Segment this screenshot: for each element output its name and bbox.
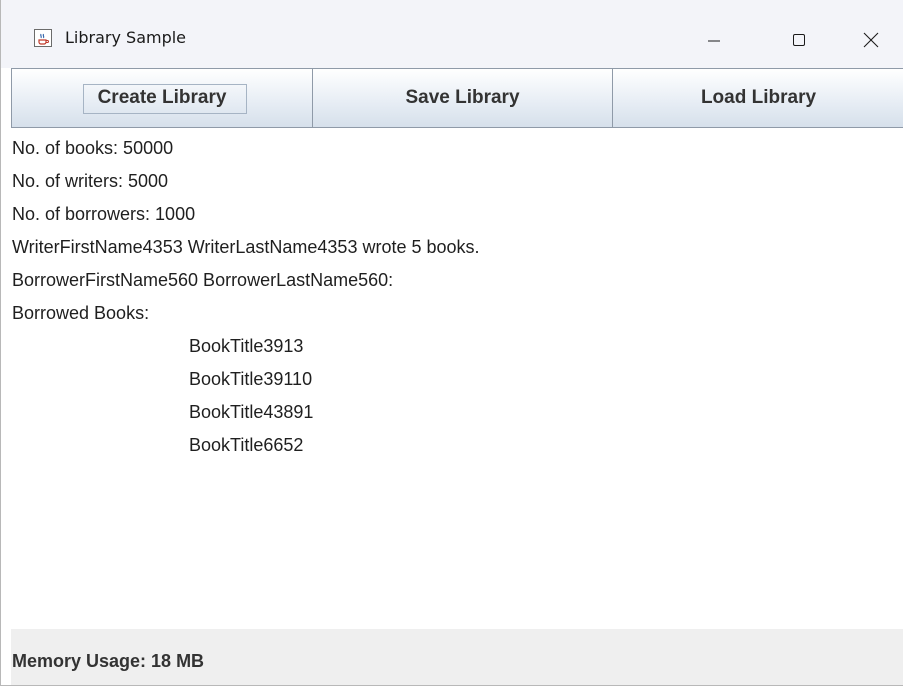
minimize-button[interactable] [684, 20, 744, 60]
close-icon [863, 32, 879, 48]
load-library-button[interactable]: Load Library [613, 68, 903, 128]
borrowed-books-heading: Borrowed Books: [12, 303, 150, 323]
books-count-line: No. of books: 50000 [12, 138, 174, 158]
borrowers-count-line: No. of borrowers: 1000 [12, 204, 196, 224]
writers-count-line: No. of writers: 5000 [12, 171, 169, 191]
close-button[interactable] [841, 20, 901, 60]
save-library-button[interactable]: Save Library [313, 68, 613, 128]
focus-ring [83, 84, 247, 114]
window-title: Library Sample [65, 28, 187, 47]
borrowed-book-item: BookTitle43891 [189, 402, 314, 422]
create-library-button[interactable]: Create Library [11, 68, 313, 128]
title-bar[interactable]: Library Sample [1, 0, 903, 68]
maximize-icon [793, 34, 805, 46]
minimize-icon [708, 40, 720, 42]
memory-usage-label: Memory Usage: 18 MB [12, 651, 205, 671]
maximize-button[interactable] [769, 20, 829, 60]
borrowed-book-item: BookTitle6652 [189, 435, 304, 455]
status-bar: Memory Usage: 18 MB [11, 629, 903, 685]
writer-info-line: WriterFirstName4353 WriterLastName4353 w… [12, 237, 480, 257]
save-library-label: Save Library [405, 87, 520, 108]
output-text-area[interactable]: No. of books: 50000 No. of writers: 5000… [11, 131, 903, 629]
java-cup-icon[interactable] [34, 29, 52, 47]
borrowed-book-item: BookTitle3913 [189, 336, 304, 356]
toolbar: Create Library Save Library Load Library [11, 68, 903, 130]
load-library-label: Load Library [700, 87, 817, 108]
app-window: Library Sample Create Library Save Libra… [0, 0, 903, 686]
borrowed-book-item: BookTitle39110 [189, 369, 313, 389]
borrower-info-line: BorrowerFirstName560 BorrowerLastName560… [12, 270, 394, 290]
